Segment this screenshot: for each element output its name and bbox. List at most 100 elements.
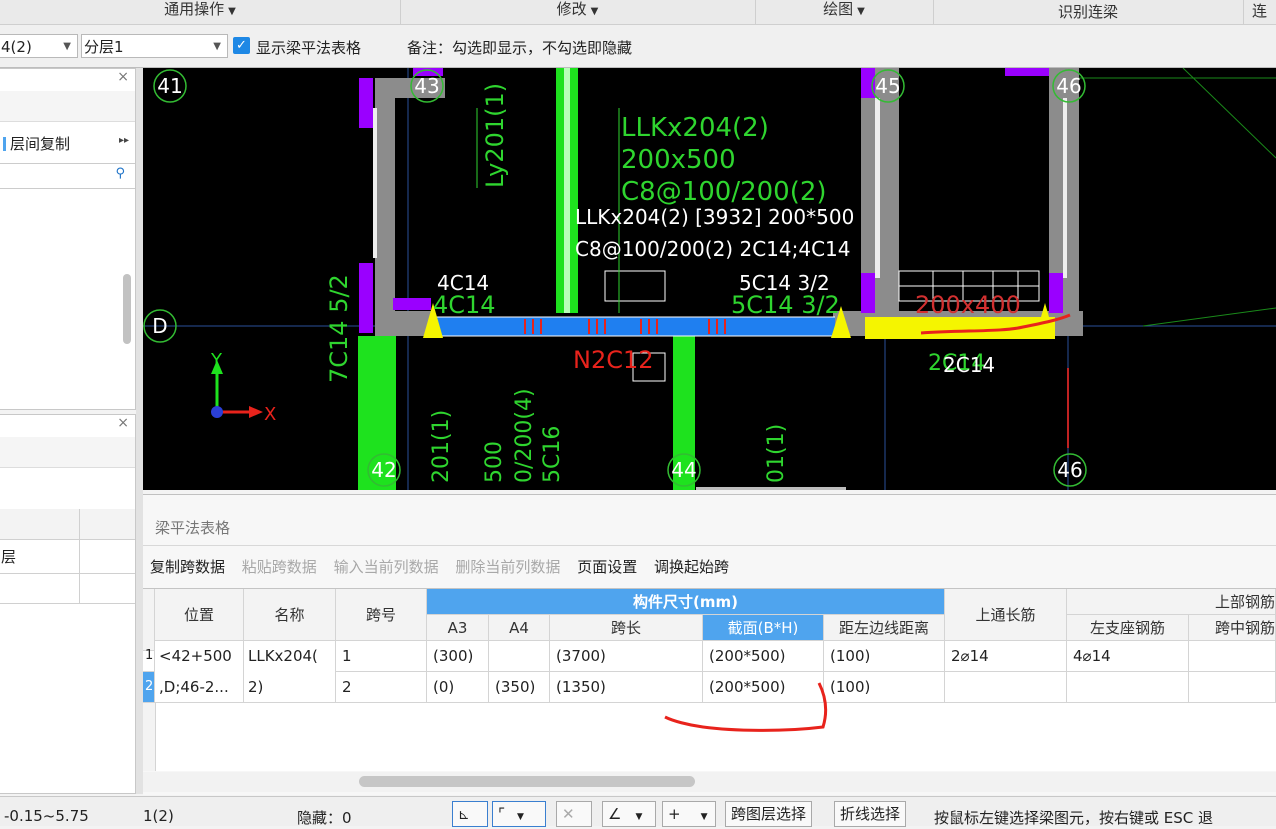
add-toggle[interactable]: + ▼	[662, 801, 716, 827]
cross-layer-select-button[interactable]: 跨图层选择	[725, 801, 813, 827]
cross-icon: ✕	[562, 805, 575, 823]
ribbon-group-label: 绘图	[823, 0, 854, 18]
ribbon-group-draw[interactable]: 绘图 ▼	[755, 0, 934, 24]
left-panel-top: × 层间复制 ▸▸ ⚲	[0, 68, 136, 410]
close-icon[interactable]: ×	[117, 69, 129, 85]
purple-block	[861, 273, 875, 313]
beam-label: LLKx204(2)	[621, 113, 769, 143]
ribbon-group-modify[interactable]: 修改 ▼	[400, 0, 756, 24]
copy-span-data-button[interactable]: 复制跨数据	[150, 558, 225, 576]
property-toolbar: 4(2) ▼ 分层1 ▼ ✓ 显示梁平法表格 备注：勾选即显示，不勾选即隐藏	[0, 25, 1276, 68]
drawing-svg: 41 43 45 46 42 44 46 D LLKx204(2) 200x50…	[143, 68, 1276, 490]
beam-label: 200x500	[621, 145, 736, 175]
status-bar: -0.15~5.75 1(2) 隐藏：0 ⊾ ⌜ ▼ ✕ ∠ ▼ + ▼ 跨图层选择 …	[0, 796, 1276, 827]
cross-toggle[interactable]: ✕	[556, 801, 592, 827]
snap-toggle[interactable]: ⌜ ▼	[492, 801, 546, 827]
ribbon-bar: 通用操作 ▼ 修改 ▼ 绘图 ▼ 识别连梁 连	[0, 0, 1276, 25]
bottom-rebar-label: 2C14	[943, 353, 995, 377]
page-setup-button[interactable]: 页面设置	[577, 558, 637, 576]
rebar-ghost-label: 5C14 3/2	[731, 291, 840, 319]
chevron-down-icon: ▼	[700, 812, 708, 822]
axis-label: 44	[671, 458, 696, 482]
green-beam-core	[564, 68, 570, 313]
scrollbar-thumb[interactable]	[359, 776, 695, 787]
purple-block	[1049, 273, 1063, 313]
beam-tooltip-line1: LLKx204(2) [3932] 200*500	[575, 205, 854, 229]
ribbon-group-label: 修改	[556, 0, 587, 18]
chevron-down-icon: ▼	[63, 41, 71, 52]
purple-block	[359, 78, 373, 128]
ribbon-group-more[interactable]: 连	[1243, 0, 1276, 24]
floor-select[interactable]: 4(2) ▼	[0, 34, 78, 58]
floor-readout: 1(2)	[143, 807, 174, 825]
drawing-canvas[interactable]: 41 43 45 46 42 44 46 D LLKx204(2) 200x50…	[143, 68, 1276, 490]
chevron-down-icon: ▼	[635, 812, 643, 822]
panel-splitter[interactable]	[136, 68, 143, 794]
axis-label: 42	[371, 458, 396, 482]
ucs-x-label: X	[264, 404, 276, 425]
lower-label: 0/200(4)	[512, 388, 537, 483]
axis-label: 41	[157, 74, 182, 98]
polyline-select-button[interactable]: 折线选择	[834, 801, 907, 827]
grid-line	[1142, 307, 1276, 327]
row-divider	[0, 603, 135, 604]
ortho-toggle[interactable]: ⊾	[452, 801, 488, 827]
swap-start-span-button[interactable]: 调换起始跨	[654, 558, 729, 576]
ucs-y-label: Y	[210, 350, 223, 371]
floor-select-value: 4(2)	[1, 38, 32, 56]
chevron-down-icon: ▼	[590, 6, 599, 17]
canvas-splitter-handle[interactable]	[696, 487, 846, 490]
expand-icon[interactable]: ▸▸	[119, 135, 129, 146]
vertical-beam-label: Ly201(1)	[481, 83, 509, 188]
panel-header-strip	[0, 437, 135, 468]
beam-label: C8@100/200(2)	[621, 177, 827, 207]
list-item[interactable]: 层	[1, 546, 16, 567]
scrollbar-thumb[interactable]	[123, 274, 131, 344]
axis-label: 46	[1057, 458, 1082, 482]
annotation-stroke	[664, 682, 828, 732]
rebar-right-label: 5C14 3/2	[739, 271, 830, 295]
paste-span-data-button[interactable]: 粘贴跨数据	[242, 558, 317, 576]
search-icon[interactable]: ⚲	[115, 166, 125, 181]
lower-label: 01(1)	[764, 424, 789, 483]
chevron-down-icon: ▼	[857, 6, 865, 17]
plus-icon: +	[668, 805, 681, 823]
yellow-beam	[865, 317, 1055, 339]
divider	[143, 545, 1276, 546]
checkmark-icon: ✓	[236, 38, 247, 53]
layer-select[interactable]: 分层1 ▼	[81, 34, 228, 58]
ortho-icon: ⊾	[458, 807, 470, 823]
ribbon-group-identify-link-beam[interactable]: 识别连梁	[933, 0, 1244, 24]
ucs-origin	[211, 406, 223, 418]
floor-copy-button[interactable]: 层间复制	[3, 133, 70, 154]
beam-tooltip-line2: C8@100/200(2) 2C14;4C14	[575, 237, 850, 261]
floor-copy-label: 层间复制	[10, 135, 71, 153]
ribbon-group-general[interactable]: 通用操作 ▼	[0, 0, 401, 24]
row-divider	[0, 573, 135, 574]
purple-block	[393, 298, 431, 310]
copy-icon	[3, 137, 6, 151]
ribbon-group-label: 通用操作	[164, 0, 225, 18]
wall-strip	[373, 108, 377, 258]
table-actions: 复制跨数据 粘贴跨数据 输入当前列数据 删除当前列数据 页面设置 调换起始跨	[150, 556, 741, 577]
delete-column-button[interactable]: 删除当前列数据	[455, 558, 560, 576]
ribbon-group-label: 识别连梁	[1057, 3, 1118, 21]
section-box	[604, 270, 666, 302]
wall-column	[375, 78, 395, 333]
horizontal-scrollbar[interactable]	[143, 772, 1276, 792]
remark-text: 备注：勾选即显示，不勾选即隐藏	[407, 39, 633, 57]
elevation-readout: -0.15~5.75	[4, 807, 89, 825]
left-panel-bottom: × 层	[0, 414, 136, 794]
wall-strip	[875, 98, 880, 278]
angle-toggle[interactable]: ∠ ▼	[602, 801, 656, 827]
rebar-ghost-label: 4C14	[433, 291, 496, 319]
close-icon[interactable]: ×	[117, 415, 129, 431]
selected-beam[interactable]	[435, 317, 835, 336]
column-divider	[79, 509, 80, 603]
panel-title: 梁平法表格	[155, 519, 231, 537]
list-header	[0, 509, 135, 540]
wall-strip	[1063, 98, 1067, 278]
show-table-checkbox[interactable]: ✓	[233, 37, 250, 54]
input-column-button[interactable]: 输入当前列数据	[334, 558, 439, 576]
show-table-label[interactable]: 显示梁平法表格	[256, 37, 361, 58]
